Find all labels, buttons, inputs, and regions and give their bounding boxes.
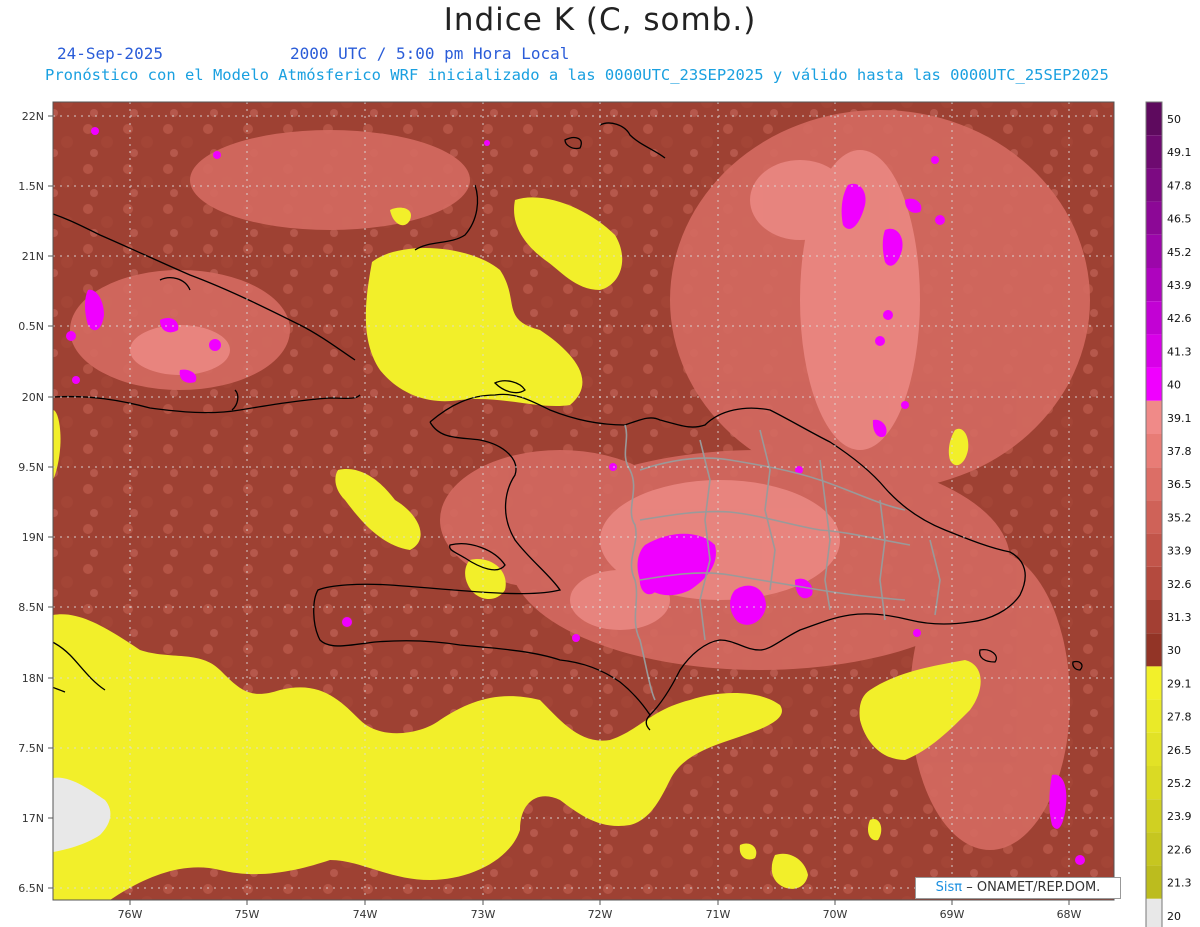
colorbar-swatch bbox=[1146, 135, 1162, 169]
colorbar-swatch bbox=[1146, 168, 1162, 202]
k-index-map: 22N 1.5N 21N 0.5N 20N 9.5N 19N 8.5N 18N … bbox=[18, 101, 1192, 927]
colorbar-label: 40 bbox=[1167, 379, 1181, 392]
colorbar-label: 27.8 bbox=[1167, 711, 1192, 724]
lon-label: 76W bbox=[118, 908, 143, 921]
colorbar-label: 45.2 bbox=[1167, 246, 1192, 259]
colorbar-label: 23.9 bbox=[1167, 810, 1192, 823]
plot-area bbox=[53, 102, 1114, 900]
credit-box: Sisπ – ONAMET/REP.DOM. bbox=[915, 877, 1121, 899]
colorbar-label: 46.5 bbox=[1167, 213, 1192, 226]
credit-text: – ONAMET/REP.DOM. bbox=[966, 880, 1101, 895]
lon-label: 74W bbox=[353, 908, 378, 921]
colorbar-label: 35.2 bbox=[1167, 511, 1192, 524]
colorbar-label: 33.9 bbox=[1167, 545, 1192, 558]
latitude-axis: 22N 1.5N 21N 0.5N 20N 9.5N 19N 8.5N 18N … bbox=[18, 110, 53, 895]
colorbar-label: 32.6 bbox=[1167, 578, 1192, 591]
colorbar-swatch bbox=[1146, 865, 1162, 899]
colorbar-swatch bbox=[1146, 766, 1162, 800]
sispi-logo: Sisπ bbox=[935, 880, 963, 895]
colorbar-label: 39.1 bbox=[1167, 412, 1192, 425]
colorbar-label: 22.6 bbox=[1167, 843, 1192, 856]
colorbar-swatch bbox=[1146, 201, 1162, 235]
colorbar-swatch bbox=[1146, 102, 1162, 136]
colorbar-label: 49.1 bbox=[1167, 146, 1192, 159]
lat-label: 17N bbox=[22, 812, 44, 825]
lat-label: 18N bbox=[22, 672, 44, 685]
lat-label: 19N bbox=[22, 531, 44, 544]
colorbar-swatch bbox=[1146, 434, 1162, 468]
lon-label: 73W bbox=[471, 908, 496, 921]
lon-label: 75W bbox=[235, 908, 260, 921]
colorbar-label: 20 bbox=[1167, 910, 1181, 923]
colorbar-swatch bbox=[1146, 301, 1162, 335]
lat-label: 21N bbox=[22, 250, 44, 263]
colorbar-swatch bbox=[1146, 799, 1162, 833]
lat-label: 7.5N bbox=[18, 742, 44, 755]
colorbar-swatch bbox=[1146, 898, 1162, 927]
colorbar-label: 47.8 bbox=[1167, 179, 1192, 192]
lat-label: 6.5N bbox=[18, 882, 44, 895]
colorbar-label: 30 bbox=[1167, 644, 1181, 657]
colorbar-label: 29.1 bbox=[1167, 677, 1192, 690]
lat-label: 22N bbox=[22, 110, 44, 123]
colorbar-swatch bbox=[1146, 666, 1162, 700]
lat-label: 1.5N bbox=[18, 180, 44, 193]
colorbar-swatch bbox=[1146, 467, 1162, 501]
colorbar-label: 21.3 bbox=[1167, 877, 1192, 890]
lon-label: 71W bbox=[706, 908, 731, 921]
lat-label: 8.5N bbox=[18, 601, 44, 614]
lon-label: 70W bbox=[823, 908, 848, 921]
colorbar-swatch bbox=[1146, 633, 1162, 667]
lat-label: 20N bbox=[22, 391, 44, 404]
colorbar-swatch bbox=[1146, 500, 1162, 534]
lon-label: 72W bbox=[588, 908, 613, 921]
colorbar-label: 41.3 bbox=[1167, 345, 1192, 358]
colorbar-label: 42.6 bbox=[1167, 312, 1192, 325]
colorbar-label: 31.3 bbox=[1167, 611, 1192, 624]
colorbar-label: 43.9 bbox=[1167, 279, 1192, 292]
colorbar-swatch bbox=[1146, 600, 1162, 634]
colorbar-swatch bbox=[1146, 400, 1162, 434]
colorbar-swatch bbox=[1146, 268, 1162, 302]
colorbar-label: 50 bbox=[1167, 113, 1181, 126]
colorbar-label: 37.8 bbox=[1167, 445, 1192, 458]
colorbar-label: 36.5 bbox=[1167, 478, 1192, 491]
colorbar-swatch bbox=[1146, 367, 1162, 401]
colorbar-swatch bbox=[1146, 732, 1162, 766]
colorbar-swatch bbox=[1146, 566, 1162, 600]
colorbar: 50 49.1 47.8 46.5 45.2 43.9 42.6 41.3 40 39.1 37.8… bbox=[1145, 101, 1192, 927]
lon-label: 69W bbox=[940, 908, 965, 921]
colorbar-swatch bbox=[1146, 334, 1162, 368]
colorbar-label: 25.2 bbox=[1167, 777, 1192, 790]
colorbar-label: 26.5 bbox=[1167, 744, 1192, 757]
lon-label: 68W bbox=[1057, 908, 1082, 921]
lat-label: 9.5N bbox=[18, 461, 44, 474]
colorbar-swatch bbox=[1146, 533, 1162, 567]
colorbar-swatch bbox=[1146, 699, 1162, 733]
colorbar-swatch bbox=[1146, 234, 1162, 268]
longitude-axis: 76W 75W 74W 73W 72W 71W 70W 69W 68W bbox=[118, 900, 1082, 921]
lat-label: 0.5N bbox=[18, 320, 44, 333]
colorbar-swatch bbox=[1146, 832, 1162, 866]
